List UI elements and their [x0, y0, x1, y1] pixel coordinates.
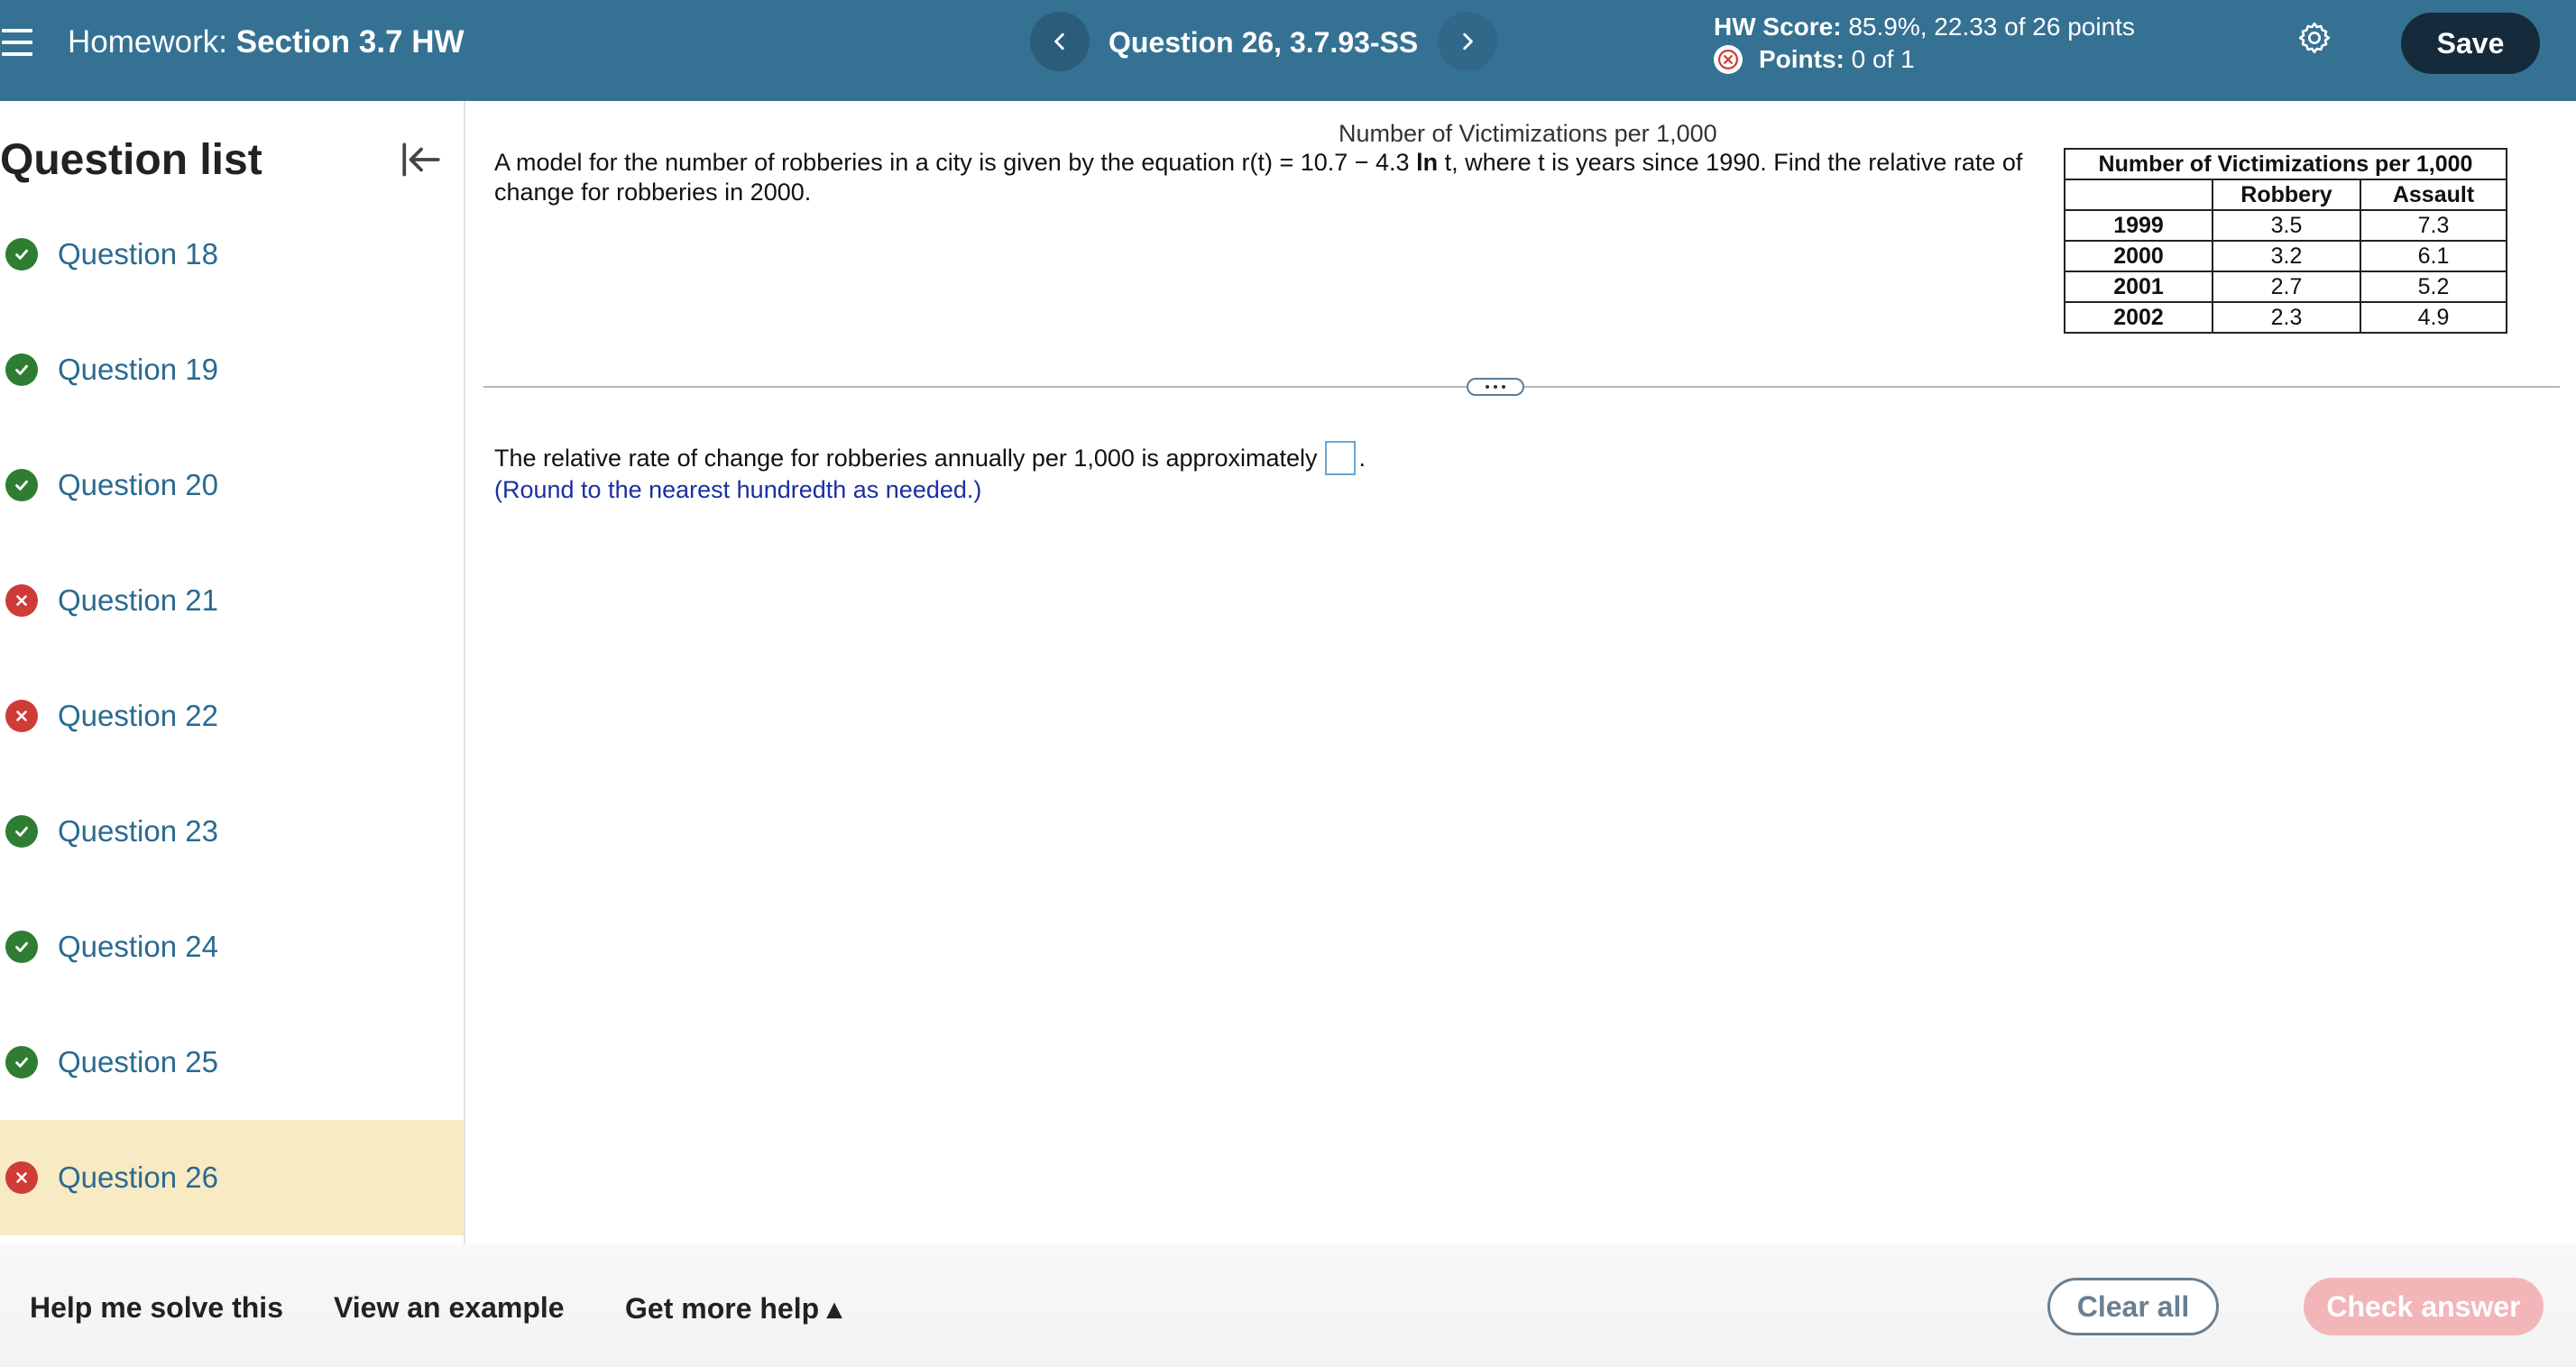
view-example-button[interactable]: View an example — [334, 1291, 565, 1325]
x-circle-icon — [5, 584, 38, 617]
question-list-item-label: Question 20 — [58, 468, 218, 501]
check-circle-icon — [5, 469, 38, 501]
question-list-item-label: Question 22 — [58, 699, 218, 732]
question-list-item[interactable]: Question 18 — [0, 197, 464, 312]
question-list-sidebar: Question list Question 18 Question 19 Ques… — [0, 101, 465, 1244]
next-question-button[interactable] — [1438, 12, 1497, 71]
question-list-item-label: Question 21 — [58, 583, 218, 617]
problem-text: A model for the number of robberies in a… — [494, 148, 2028, 207]
table-cell: 4.9 — [2360, 301, 2507, 334]
answer-prompt: The relative rate of change for robberie… — [494, 444, 1318, 472]
get-more-help-button[interactable]: Get more help ▴ — [625, 1291, 842, 1326]
check-circle-icon — [5, 931, 38, 963]
collapse-sidebar-icon[interactable] — [399, 137, 444, 182]
rounding-hint: (Round to the nearest hundredth as neede… — [494, 476, 982, 503]
points: Points: 0 of 1 — [1714, 45, 1915, 74]
homework-name: Section 3.7 HW — [235, 24, 465, 60]
x-circle-icon — [5, 700, 38, 732]
table-cell: 2.3 — [2212, 301, 2361, 334]
question-list-item-label: Question 19 — [58, 353, 218, 386]
answer-line: The relative rate of change for robberie… — [494, 441, 1366, 475]
table-row: 2002 2.3 4.9 — [2064, 301, 2507, 334]
homework-prefix: Homework: — [68, 24, 227, 60]
table-cell: 2.7 — [2212, 271, 2361, 303]
table-cell: 1999 — [2064, 209, 2213, 242]
question-list-item-label: Question 25 — [58, 1045, 218, 1078]
question-list-item[interactable]: Question 19 — [0, 312, 464, 427]
table-header-cell: Assault — [2360, 179, 2507, 211]
check-circle-icon — [5, 1046, 38, 1078]
check-answer-button[interactable]: Check answer — [2304, 1278, 2544, 1335]
question-list-item-label: Question 24 — [58, 930, 218, 963]
question-list-item[interactable]: Question 26 — [0, 1120, 464, 1235]
table-row: 1999 3.5 7.3 — [2064, 209, 2507, 242]
problem-text-part1: A model for the number of robberies in a… — [494, 149, 1417, 176]
question-list-item[interactable]: Question 23 — [0, 774, 464, 889]
previous-question-button[interactable] — [1030, 12, 1090, 71]
points-value: 0 of 1 — [1851, 45, 1915, 73]
table-cell: 2002 — [2064, 301, 2213, 334]
table-title: Number of Victimizations per 1,000 — [2064, 148, 2507, 180]
hw-score-label: HW Score: — [1714, 13, 1842, 41]
hw-score: HW Score: 85.9%, 22.33 of 26 points — [1714, 13, 2135, 41]
table-header-cell — [2064, 179, 2213, 211]
chevron-right-icon — [1463, 32, 1473, 50]
help-me-solve-button[interactable]: Help me solve this — [30, 1291, 283, 1325]
check-circle-icon — [5, 815, 38, 848]
table-cell: 3.2 — [2212, 240, 2361, 272]
question-list-item[interactable]: Question 25 — [0, 1005, 464, 1120]
table-cell: 3.5 — [2212, 209, 2361, 242]
table-cell: 5.2 — [2360, 271, 2507, 303]
question-list-title: Question list — [0, 136, 262, 184]
hw-score-value: 85.9%, 22.33 of 26 points — [1848, 13, 2135, 41]
save-button[interactable]: Save — [2401, 13, 2540, 74]
check-circle-icon — [5, 238, 38, 271]
victimization-table: Number of Victimizations per 1,000 Robbe… — [2064, 148, 2507, 334]
table-row: 2000 3.2 6.1 — [2064, 240, 2507, 272]
homework-title: Homework: Section 3.7 HW — [68, 24, 465, 60]
table-cell: 6.1 — [2360, 240, 2507, 272]
question-list-item-label: Question 18 — [58, 237, 218, 271]
chevron-left-icon — [1054, 32, 1064, 50]
question-list-item[interactable]: Question 24 — [0, 889, 464, 1005]
table-cell: 7.3 — [2360, 209, 2507, 242]
table-header-cell: Robbery — [2212, 179, 2361, 211]
question-title: Question 26, 3.7.93-SS — [1109, 26, 1419, 59]
clear-all-button[interactable]: Clear all — [2047, 1278, 2219, 1335]
question-list-item[interactable]: Question 21 — [0, 543, 464, 658]
x-circle-icon — [5, 1161, 38, 1194]
answer-input[interactable] — [1324, 441, 1356, 475]
hamburger-menu-icon[interactable] — [2, 29, 32, 56]
answer-suffix: . — [1358, 444, 1366, 472]
top-bar: Homework: Section 3.7 HW Question 26, 3.… — [0, 0, 2576, 101]
table-cell: 2000 — [2064, 240, 2213, 272]
incorrect-x-icon — [1714, 45, 1743, 74]
check-circle-icon — [5, 353, 38, 386]
table-cell: 2001 — [2064, 271, 2213, 303]
divider-handle[interactable] — [1467, 378, 1524, 396]
gear-icon[interactable] — [2296, 20, 2332, 56]
question-panel: Number of Victimizations per 1,000 A mod… — [467, 101, 2576, 1244]
ln-symbol: ln — [1416, 149, 1439, 176]
footer-bar: Help me solve this View an example Get m… — [0, 1244, 2576, 1367]
question-list-item-label: Question 23 — [58, 814, 218, 848]
question-list-item-label: Question 26 — [58, 1161, 218, 1194]
question-list-item[interactable]: Question 20 — [0, 427, 464, 543]
table-caption: Number of Victimizations per 1,000 — [1339, 120, 1717, 147]
points-label: Points: — [1759, 45, 1845, 73]
question-list-item[interactable]: Question 22 — [0, 658, 464, 774]
table-row: 2001 2.7 5.2 — [2064, 271, 2507, 303]
